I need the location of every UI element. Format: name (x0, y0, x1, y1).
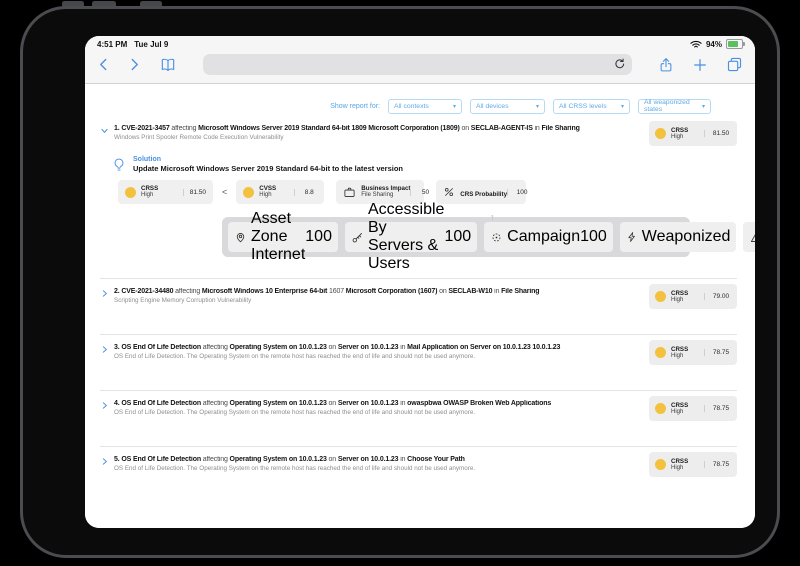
lightning-icon (626, 230, 638, 244)
accessible-by-badge: Accessible ByServers & Users 100 (345, 222, 477, 252)
up-arrow-icon: ↑ (490, 212, 495, 222)
expand-chevron-icon[interactable] (100, 401, 110, 410)
chevron-down-icon: ▾ (702, 103, 705, 110)
vuln-subtitle: OS End of Life Detection. The Operating … (114, 409, 649, 416)
vuln-title: 2. CVE-2021-34480 affecting Microsoft Wi… (114, 288, 649, 295)
bookmarks-icon[interactable] (159, 56, 177, 73)
vuln-row-4-container: 4. OS End Of Life Detection affecting Op… (100, 390, 737, 446)
crss-score-badge: CRSSHigh 81.50 (649, 121, 737, 146)
lightbulb-icon (112, 155, 126, 174)
solution-label: Solution (133, 155, 403, 164)
vuln-row-5-container: 5. OS End Of Life Detection affecting Op… (100, 446, 737, 502)
chevron-down-icon: ▾ (536, 103, 539, 110)
crss-score-badge: CRSSHigh 78.75 (649, 452, 737, 477)
vuln-row-2[interactable]: 2. CVE-2021-34480 affecting Microsoft Wi… (100, 288, 737, 309)
share-icon[interactable] (658, 56, 674, 74)
factor-badges-container: Asset ZoneInternet 100 Accessible ByServ… (222, 217, 690, 257)
filter-label: Show report for: (330, 103, 380, 110)
cvss-badge: CVSSHigh 8.8 (236, 180, 324, 204)
severity-dot-icon (125, 187, 136, 198)
solution-section: Solution Update Microsoft Windows Server… (112, 155, 737, 174)
warning-triangle-icon (749, 231, 755, 244)
expand-chevron-icon[interactable] (100, 289, 110, 298)
expand-chevron-icon[interactable] (100, 345, 110, 354)
crosshair-icon (490, 231, 503, 244)
browser-toolbar (85, 49, 755, 80)
percent-icon (443, 186, 455, 198)
back-button[interactable] (97, 56, 112, 73)
vuln-title: 1. CVE-2021-3457 affecting Microsoft Win… (114, 125, 649, 132)
filter-devices-dropdown[interactable]: All devices▾ (470, 99, 545, 114)
vuln-subtitle: Scripting Engine Memory Corruption Vulne… (114, 297, 649, 304)
vuln-row-4[interactable]: 4. OS End Of Life Detection affecting Op… (100, 400, 737, 421)
battery-percent: 94% (706, 40, 722, 49)
crss-score-badge: CRSSHigh 79.00 (649, 284, 737, 309)
status-bar: 4:51 PM Tue Jul 9 94% (85, 36, 755, 49)
chevron-down-icon: ▾ (621, 103, 624, 110)
vuln-row-3-container: 3. OS End Of Life Detection affecting Op… (100, 334, 737, 390)
vuln-title: 3. OS End Of Life Detection affecting Op… (114, 344, 649, 351)
location-pin-icon (234, 230, 247, 244)
severity-dot-icon (655, 403, 666, 414)
collapse-chevron-icon[interactable] (100, 126, 110, 135)
briefcase-icon (343, 186, 356, 199)
photo-background: 4:51 PM Tue Jul 9 94% (0, 0, 800, 566)
filter-contexts-dropdown[interactable]: All contexts▾ (388, 99, 462, 114)
screen: 4:51 PM Tue Jul 9 94% (85, 36, 755, 528)
new-tab-icon[interactable] (692, 57, 708, 73)
browser-chrome: 4:51 PM Tue Jul 9 94% (85, 36, 755, 84)
vuln-row-5[interactable]: 5. OS End Of Life Detection affecting Op… (100, 456, 737, 477)
refresh-icon[interactable] (613, 57, 626, 71)
forward-button[interactable] (126, 56, 141, 73)
chevron-down-icon: ▾ (453, 103, 456, 110)
vuln-subtitle: Windows Print Spooler Remote Code Execut… (114, 134, 649, 141)
vuln-row-3[interactable]: 3. OS End Of Life Detection affecting Op… (100, 344, 737, 365)
ipad-frame: 4:51 PM Tue Jul 9 94% (20, 6, 780, 558)
severity-dot-icon (655, 291, 666, 302)
severity-dot-icon (655, 347, 666, 358)
campaign-badge: Campaign 100 (484, 222, 613, 252)
severity-dot-icon (655, 459, 666, 470)
clock: 4:51 PM (97, 40, 127, 49)
vuln-title: 5. OS End Of Life Detection affecting Op… (114, 456, 649, 463)
solution-text: Update Microsoft Windows Server 2019 Sta… (133, 164, 403, 174)
crss-score-badge: CRSSHigh 78.75 (649, 396, 737, 421)
weaponized-badge: Weaponized (620, 222, 737, 252)
vuln-row-1[interactable]: 1. CVE-2021-3457 affecting Microsoft Win… (100, 125, 737, 146)
wifi-icon (690, 40, 702, 49)
key-icon (351, 231, 364, 244)
exploitation-feasible-badge: Exploitation is feasible (743, 222, 755, 252)
report-page: Show report for: All contexts▾ All devic… (85, 84, 755, 528)
less-than-comparator: < (222, 187, 227, 197)
crss-badge: CRSSHigh 81.50 (118, 180, 213, 204)
filter-crss-levels-dropdown[interactable]: All CRSS levels▾ (553, 99, 630, 114)
vuln-1-details: Solution Update Microsoft Windows Server… (100, 155, 737, 257)
severity-dot-icon (655, 128, 666, 139)
date: Tue Jul 9 (134, 40, 168, 49)
filter-weaponized-dropdown[interactable]: All weaponized states▾ (638, 99, 711, 114)
crss-score-badge: CRSSHigh 78.75 (649, 340, 737, 365)
vuln-row-2-container: 2. CVE-2021-34480 affecting Microsoft Wi… (100, 278, 737, 334)
tabs-icon[interactable] (726, 56, 743, 73)
crs-probability-badge: CRS Probability 100 (436, 180, 526, 204)
filter-bar: Show report for: All contexts▾ All devic… (100, 98, 711, 114)
battery-icon (726, 39, 743, 49)
vuln-subtitle: OS End of Life Detection. The Operating … (114, 465, 649, 472)
expand-chevron-icon[interactable] (100, 457, 110, 466)
severity-dot-icon (243, 187, 254, 198)
vuln-subtitle: OS End of Life Detection. The Operating … (114, 353, 649, 360)
vuln-title: 4. OS End Of Life Detection affecting Op… (114, 400, 649, 407)
address-bar[interactable] (203, 54, 632, 75)
asset-zone-badge: Asset ZoneInternet 100 (228, 222, 338, 252)
